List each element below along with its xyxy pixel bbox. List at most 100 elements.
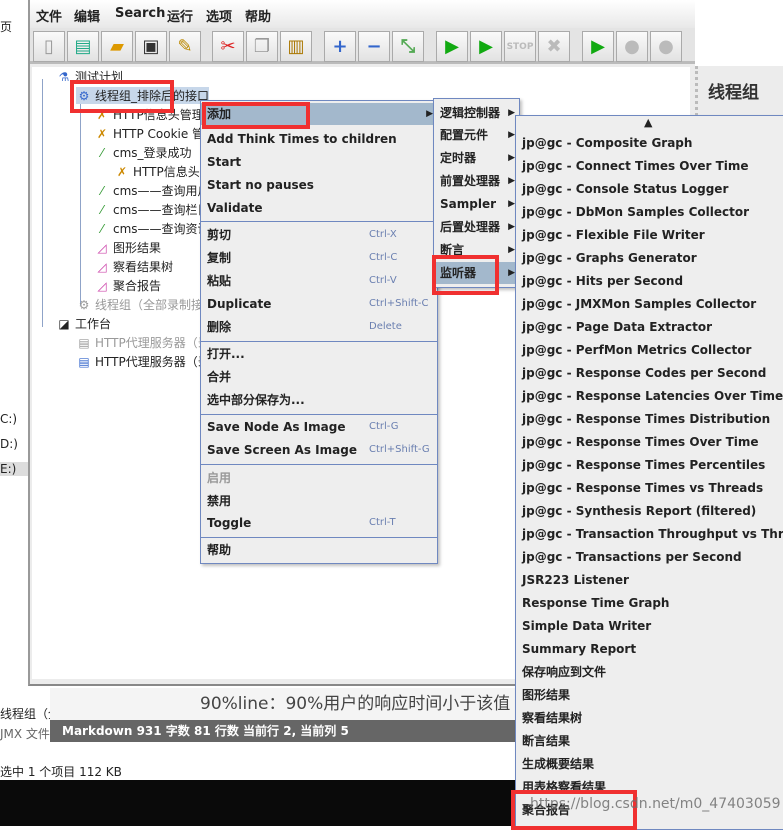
menu-item-cut[interactable]: 剪切 Ctrl-X xyxy=(201,224,437,246)
context-menu: 添加 ▶ Add Think Times to children Start St… xyxy=(200,100,438,564)
listener-item[interactable]: jp@gc - DbMon Samples Collector xyxy=(516,201,783,223)
submenu-timer[interactable]: 定时器 ▶ xyxy=(434,147,519,169)
menu-item-open[interactable]: 打开... xyxy=(201,343,437,365)
tree-node[interactable]: ⁄ cms——查询栏目 xyxy=(94,201,210,218)
stop-icon[interactable]: STOP xyxy=(504,31,536,62)
listener-item[interactable]: Simple Data Writer xyxy=(516,615,783,637)
menu-item-delete[interactable]: 删除 Delete xyxy=(201,316,437,338)
proxy-icon: ▤ xyxy=(78,354,90,369)
start-icon[interactable]: ▶ xyxy=(436,31,468,62)
open-icon[interactable]: ▰ xyxy=(101,31,133,62)
separator xyxy=(201,221,437,222)
listener-submenu: ▲ jp@gc - Composite Graph jp@gc - Connect… xyxy=(515,115,783,830)
listener-item[interactable]: jp@gc - Response Times Over Time xyxy=(516,431,783,453)
gear-icon: ⚙ xyxy=(78,297,90,312)
explorer-tab[interactable]: 页 xyxy=(0,18,12,35)
drive-d[interactable]: D:) xyxy=(0,437,18,451)
toolbar: ▯ ▤ ▰ ▣ ✎ ✂ ❐ ▥ + − ⤡ ▶ ▶ STOP ✖ ▶ ● ● xyxy=(30,28,695,64)
listener-item[interactable]: jp@gc - Page Data Extractor xyxy=(516,316,783,338)
submenu-pre-processor[interactable]: 前置处理器 ▶ xyxy=(434,170,519,192)
listener-item[interactable]: jp@gc - Connect Times Over Time xyxy=(516,155,783,177)
listener-item[interactable]: jp@gc - Hits per Second xyxy=(516,270,783,292)
menu-options[interactable]: 选项 xyxy=(206,6,232,25)
menu-item-enable: 启用 xyxy=(207,471,232,485)
submenu-config-element[interactable]: 配置元件 ▶ xyxy=(434,124,519,146)
tree-node[interactable]: ◿ 察看结果树 xyxy=(94,258,173,275)
listener-item[interactable]: jp@gc - Response Times Distribution xyxy=(516,408,783,430)
templates-icon[interactable]: ▤ xyxy=(67,31,99,62)
menu-help[interactable]: 帮助 xyxy=(245,6,271,25)
copy-icon[interactable]: ❐ xyxy=(246,31,278,62)
workbench-icon: ◪ xyxy=(58,316,70,331)
pipette-icon: ⁄ xyxy=(100,183,103,198)
listener-item[interactable]: jp@gc - Composite Graph xyxy=(516,132,783,154)
shutdown-icon[interactable]: ✖ xyxy=(538,31,570,62)
menu-edit[interactable]: 编辑 xyxy=(74,6,100,25)
submenu-sampler[interactable]: Sampler ▶ xyxy=(434,193,519,215)
collapse-icon[interactable]: − xyxy=(358,31,390,62)
drive-c[interactable]: C:) xyxy=(0,412,17,426)
listener-item[interactable]: 生成概要结果 xyxy=(516,753,783,775)
tree-node[interactable]: ⁄ cms——查询资讯 xyxy=(94,220,210,237)
listener-item[interactable]: jp@gc - JMXMon Samples Collector xyxy=(516,293,783,315)
listener-item[interactable]: 断言结果 xyxy=(516,730,783,752)
remote-stop-icon[interactable]: ● xyxy=(616,31,648,62)
menu-item-disable[interactable]: 禁用 xyxy=(201,490,437,512)
save-as-icon[interactable]: ✎ xyxy=(169,31,201,62)
tree-node[interactable]: ◿ 聚合报告 xyxy=(94,277,161,294)
menu-item-duplicate[interactable]: Duplicate Ctrl+Shift-C xyxy=(201,293,437,315)
toggle-icon[interactable]: ⤡ xyxy=(392,31,424,62)
menu-item-save-screen-image[interactable]: Save Screen As Image Ctrl+Shift-G xyxy=(201,439,437,461)
drive-e[interactable]: E:) xyxy=(0,462,28,476)
save-icon[interactable]: ▣ xyxy=(135,31,167,62)
graph-icon: ◿ xyxy=(97,278,107,293)
listener-item[interactable]: jp@gc - PerfMon Metrics Collector xyxy=(516,339,783,361)
listener-item[interactable]: jp@gc - Graphs Generator xyxy=(516,247,783,269)
listener-item[interactable]: jp@gc - Console Status Logger xyxy=(516,178,783,200)
menu-item-paste[interactable]: 粘贴 Ctrl-V xyxy=(201,270,437,292)
listener-item[interactable]: jp@gc - Transaction Throughput vs Thread… xyxy=(516,523,783,545)
menu-item-start-no-pauses[interactable]: Start no pauses xyxy=(201,174,437,196)
listener-item[interactable]: jp@gc - Response Times vs Threads xyxy=(516,477,783,499)
menu-item-start[interactable]: Start xyxy=(201,151,437,173)
listener-item[interactable]: Summary Report xyxy=(516,638,783,660)
listener-item[interactable]: 图形结果 xyxy=(516,684,783,706)
remote-shutdown-icon[interactable]: ● xyxy=(650,31,682,62)
submenu-post-processor[interactable]: 后置处理器 ▶ xyxy=(434,216,519,238)
listener-item[interactable]: jp@gc - Response Latencies Over Time xyxy=(516,385,783,407)
menu-item-save-node-image[interactable]: Save Node As Image Ctrl-G xyxy=(201,416,437,438)
menu-file[interactable]: 文件 xyxy=(36,6,62,25)
tree-node-workbench[interactable]: ◪ 工作台 xyxy=(56,315,111,332)
menu-item-validate[interactable]: Validate xyxy=(201,197,437,219)
menu-item-merge[interactable]: 合并 xyxy=(201,366,437,388)
listener-item[interactable]: 察看结果树 xyxy=(516,707,783,729)
menu-item-help[interactable]: 帮助 xyxy=(201,539,437,561)
menu-run[interactable]: 运行 xyxy=(167,6,193,25)
scroll-up-arrow-icon[interactable]: ▲ xyxy=(644,116,652,129)
listener-item[interactable]: jp@gc - Flexible File Writer xyxy=(516,224,783,246)
listener-item[interactable]: JSR223 Listener xyxy=(516,569,783,591)
tree-node[interactable]: ◿ 图形结果 xyxy=(94,239,161,256)
menu-item-copy[interactable]: 复制 Ctrl-C xyxy=(201,247,437,269)
wrench-icon: ✗ xyxy=(116,164,128,179)
menu-item-save-selection[interactable]: 选中部分保存为... xyxy=(201,389,437,411)
menu-search[interactable]: Search xyxy=(115,6,165,21)
listener-item[interactable]: jp@gc - Response Times Percentiles xyxy=(516,454,783,476)
listener-item[interactable]: Response Time Graph xyxy=(516,592,783,614)
listener-item[interactable]: jp@gc - Response Codes per Second xyxy=(516,362,783,384)
listener-item[interactable]: jp@gc - Synthesis Report (filtered) xyxy=(516,500,783,522)
menu-item-add-think-times[interactable]: Add Think Times to children xyxy=(201,128,437,150)
listener-item[interactable]: 保存响应到文件 xyxy=(516,661,783,683)
expand-icon[interactable]: + xyxy=(324,31,356,62)
paste-icon[interactable]: ▥ xyxy=(280,31,312,62)
new-icon[interactable]: ▯ xyxy=(33,31,65,62)
tree-node[interactable]: ⁄ cms_登录成功 xyxy=(94,144,192,161)
listener-item[interactable]: jp@gc - Transactions per Second xyxy=(516,546,783,568)
submenu-logic-controller[interactable]: 逻辑控制器 ▶ xyxy=(434,102,519,124)
menu-item-toggle[interactable]: Toggle Ctrl-T xyxy=(201,512,437,534)
remote-start-icon[interactable]: ▶ xyxy=(582,31,614,62)
start-no-pauses-icon[interactable]: ▶ xyxy=(470,31,502,62)
watermark: https://blog.csdn.net/m0_47403059 xyxy=(530,796,781,812)
cut-icon[interactable]: ✂ xyxy=(212,31,244,62)
tree-node[interactable]: ⁄ cms——查询用户 xyxy=(94,182,210,199)
